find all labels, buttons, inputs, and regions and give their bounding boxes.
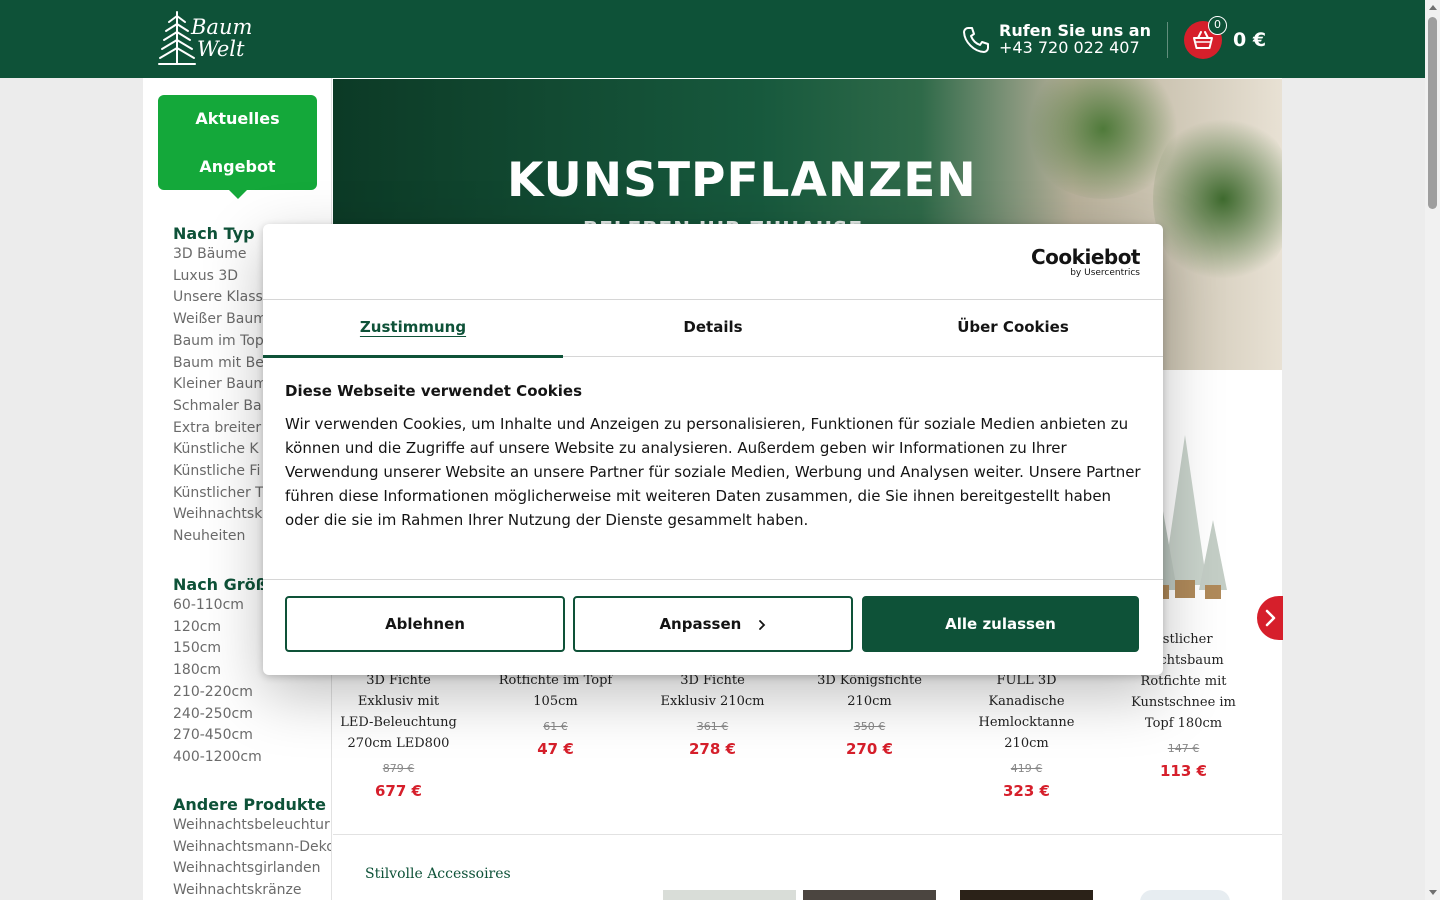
sidebar-item[interactable]: 60-110cm [173, 595, 267, 617]
header-divider [1167, 22, 1168, 58]
group-by-size: Nach Größ 60-110cm 120cm 150cm 180cm 210… [173, 575, 267, 769]
phone-label: Rufen Sie uns an [999, 21, 1151, 40]
product-old-price: 361 € [696, 720, 729, 733]
sidebar-item[interactable]: Weihnachtsbeleuchtur [173, 815, 331, 837]
logo-wordmark: Baum Welt [191, 15, 253, 61]
sidebar-item[interactable]: 180cm [173, 660, 267, 682]
product-name[interactable]: Rotfichte im Topf 105cm [488, 670, 623, 712]
product-card[interactable]: 3D Fichte Exklusiv 210cm 361 € 278 € [645, 670, 780, 759]
group-title: Andere Produkte [173, 795, 326, 814]
phone-contact[interactable]: Rufen Sie uns an +43 720 022 407 [999, 22, 1151, 56]
cart-total[interactable]: 0 € [1233, 29, 1266, 51]
divider [263, 579, 1163, 580]
product-price: 323 € [1003, 782, 1050, 800]
cookiebot-logo: Cookiebot by Usercentrics [1031, 245, 1141, 278]
sidebar-item[interactable]: Unsere Klass [173, 287, 267, 309]
product-card[interactable]: Rotfichte im Topf 105cm 61 € 47 € [488, 670, 623, 759]
offer-arrow [229, 190, 247, 199]
sidebar-item[interactable]: Weihnachtsk [173, 504, 267, 526]
product-card[interactable]: 3D Fichte Exklusiv mit LED-Beleuchtung 270c… [331, 670, 466, 801]
cookie-consent-dialog: Cookiebot by Usercentrics Zustimmung Det… [263, 224, 1163, 675]
chevron-right-icon [1265, 609, 1276, 627]
sidebar-item[interactable]: Künstlicher T [173, 483, 267, 505]
sidebar-item[interactable]: 240-250cm [173, 704, 267, 726]
sidebar-item[interactable]: Weihnachtsmann-Deko [173, 837, 331, 859]
phone-number[interactable]: +43 720 022 407 [999, 39, 1151, 56]
product-old-price: 879 € [382, 762, 415, 775]
cookie-description: Wir verwenden Cookies, um Inhalte und An… [285, 415, 1141, 529]
scroll-up-arrow[interactable] [1429, 5, 1437, 10]
product-price: 278 € [689, 740, 736, 758]
customize-button[interactable]: Anpassen [573, 596, 853, 652]
sidebar-item[interactable]: Schmaler Ba [173, 396, 267, 418]
sidebar-item[interactable]: 400-1200cm [173, 747, 267, 769]
accessory-thumbnail[interactable] [803, 890, 936, 900]
sidebar-item[interactable]: Künstliche Fi [173, 461, 267, 483]
current-offer-button[interactable]: Aktuelles Angebot [158, 95, 317, 190]
sidebar-item[interactable]: 270-450cm [173, 725, 267, 747]
sidebar-item[interactable]: Kleiner Baum [173, 374, 267, 396]
sidebar-item[interactable]: Luxus 3D [173, 266, 267, 288]
product-name[interactable]: 3D Fichte Exklusiv 210cm [645, 670, 780, 712]
tab-about-cookies[interactable]: Über Cookies [863, 300, 1163, 357]
chevron-right-icon [758, 619, 765, 630]
group-title: Nach Größ [173, 575, 268, 594]
product-price: 677 € [375, 782, 422, 800]
sidebar-item[interactable]: 150cm [173, 638, 267, 660]
sidebar-item[interactable]: Baum mit Be [173, 353, 267, 375]
sidebar-item[interactable]: Neuheiten [173, 526, 267, 548]
cart-count-badge: 0 [1208, 16, 1227, 35]
tab-details[interactable]: Details [563, 300, 863, 357]
group-title: Nach Typ [173, 224, 255, 243]
baumwelt-logo[interactable]: Baum Welt [157, 10, 267, 68]
product-card[interactable]: 3D Königsfichte 210cm 350 € 270 € [802, 670, 937, 759]
product-price: 270 € [846, 740, 893, 758]
sidebar-item[interactable]: Weihnachtskränze [173, 880, 331, 900]
product-price: 47 € [537, 740, 574, 758]
sidebar-item[interactable]: Weißer Baum [173, 309, 267, 331]
accessory-thumbnail[interactable] [1140, 890, 1230, 900]
tab-consent[interactable]: Zustimmung [263, 300, 563, 358]
scroll-thumb[interactable] [1428, 17, 1437, 209]
product-card[interactable]: FULL 3D Kanadische Hemlocktanne 210cm 419 €… [959, 670, 1094, 801]
page-scrollbar[interactable] [1425, 0, 1440, 900]
product-old-price: 350 € [853, 720, 886, 733]
plant-decoration [1153, 109, 1282, 289]
product-name[interactable]: 3D Königsfichte 210cm [802, 670, 937, 712]
accessories-title[interactable]: Stilvolle Accessoires [365, 866, 511, 882]
banner-title: KUNSTPFLANZEN [507, 153, 977, 208]
product-old-price: 61 € [543, 720, 568, 733]
accept-all-button[interactable]: Alle zulassen [862, 596, 1139, 652]
sidebar-item[interactable]: Baum im Top [173, 331, 267, 353]
sidebar-item[interactable]: Weihnachtsgirlanden [173, 858, 331, 880]
decline-button[interactable]: Ablehnen [285, 596, 565, 652]
scroll-down-arrow[interactable] [1429, 890, 1437, 895]
sidebar-item[interactable]: Extra breiter [173, 418, 267, 440]
sidebar-item[interactable]: 3D Bäume [173, 244, 267, 266]
sidebar-item[interactable]: Künstliche K [173, 439, 267, 461]
accessory-thumbnail[interactable] [663, 890, 796, 900]
product-name[interactable]: FULL 3D Kanadische Hemlocktanne 210cm [959, 670, 1094, 754]
cookie-heading: Diese Webseite verwendet Cookies [285, 382, 583, 400]
sidebar-item[interactable]: 210-220cm [173, 682, 267, 704]
group-other-products: Andere Produkte Weihnachtsbeleuchtur Wei… [173, 795, 331, 900]
cookie-tabs: Zustimmung Details Über Cookies [263, 299, 1163, 358]
accessory-thumbnail[interactable] [960, 890, 1093, 900]
product-name[interactable]: 3D Fichte Exklusiv mit LED-Beleuchtung 270c… [331, 670, 466, 754]
product-old-price: 419 € [1010, 762, 1043, 775]
product-price: 113 € [1160, 762, 1207, 780]
product-old-price: 147 € [1167, 742, 1200, 755]
sidebar-item[interactable]: 120cm [173, 617, 267, 639]
phone-icon[interactable] [960, 24, 992, 56]
site-header: Baum Welt Rufen Sie uns an +43 720 022 4… [0, 0, 1425, 78]
group-by-type: Nach Typ 3D Bäume Luxus 3D Unsere Klass … [173, 224, 267, 548]
